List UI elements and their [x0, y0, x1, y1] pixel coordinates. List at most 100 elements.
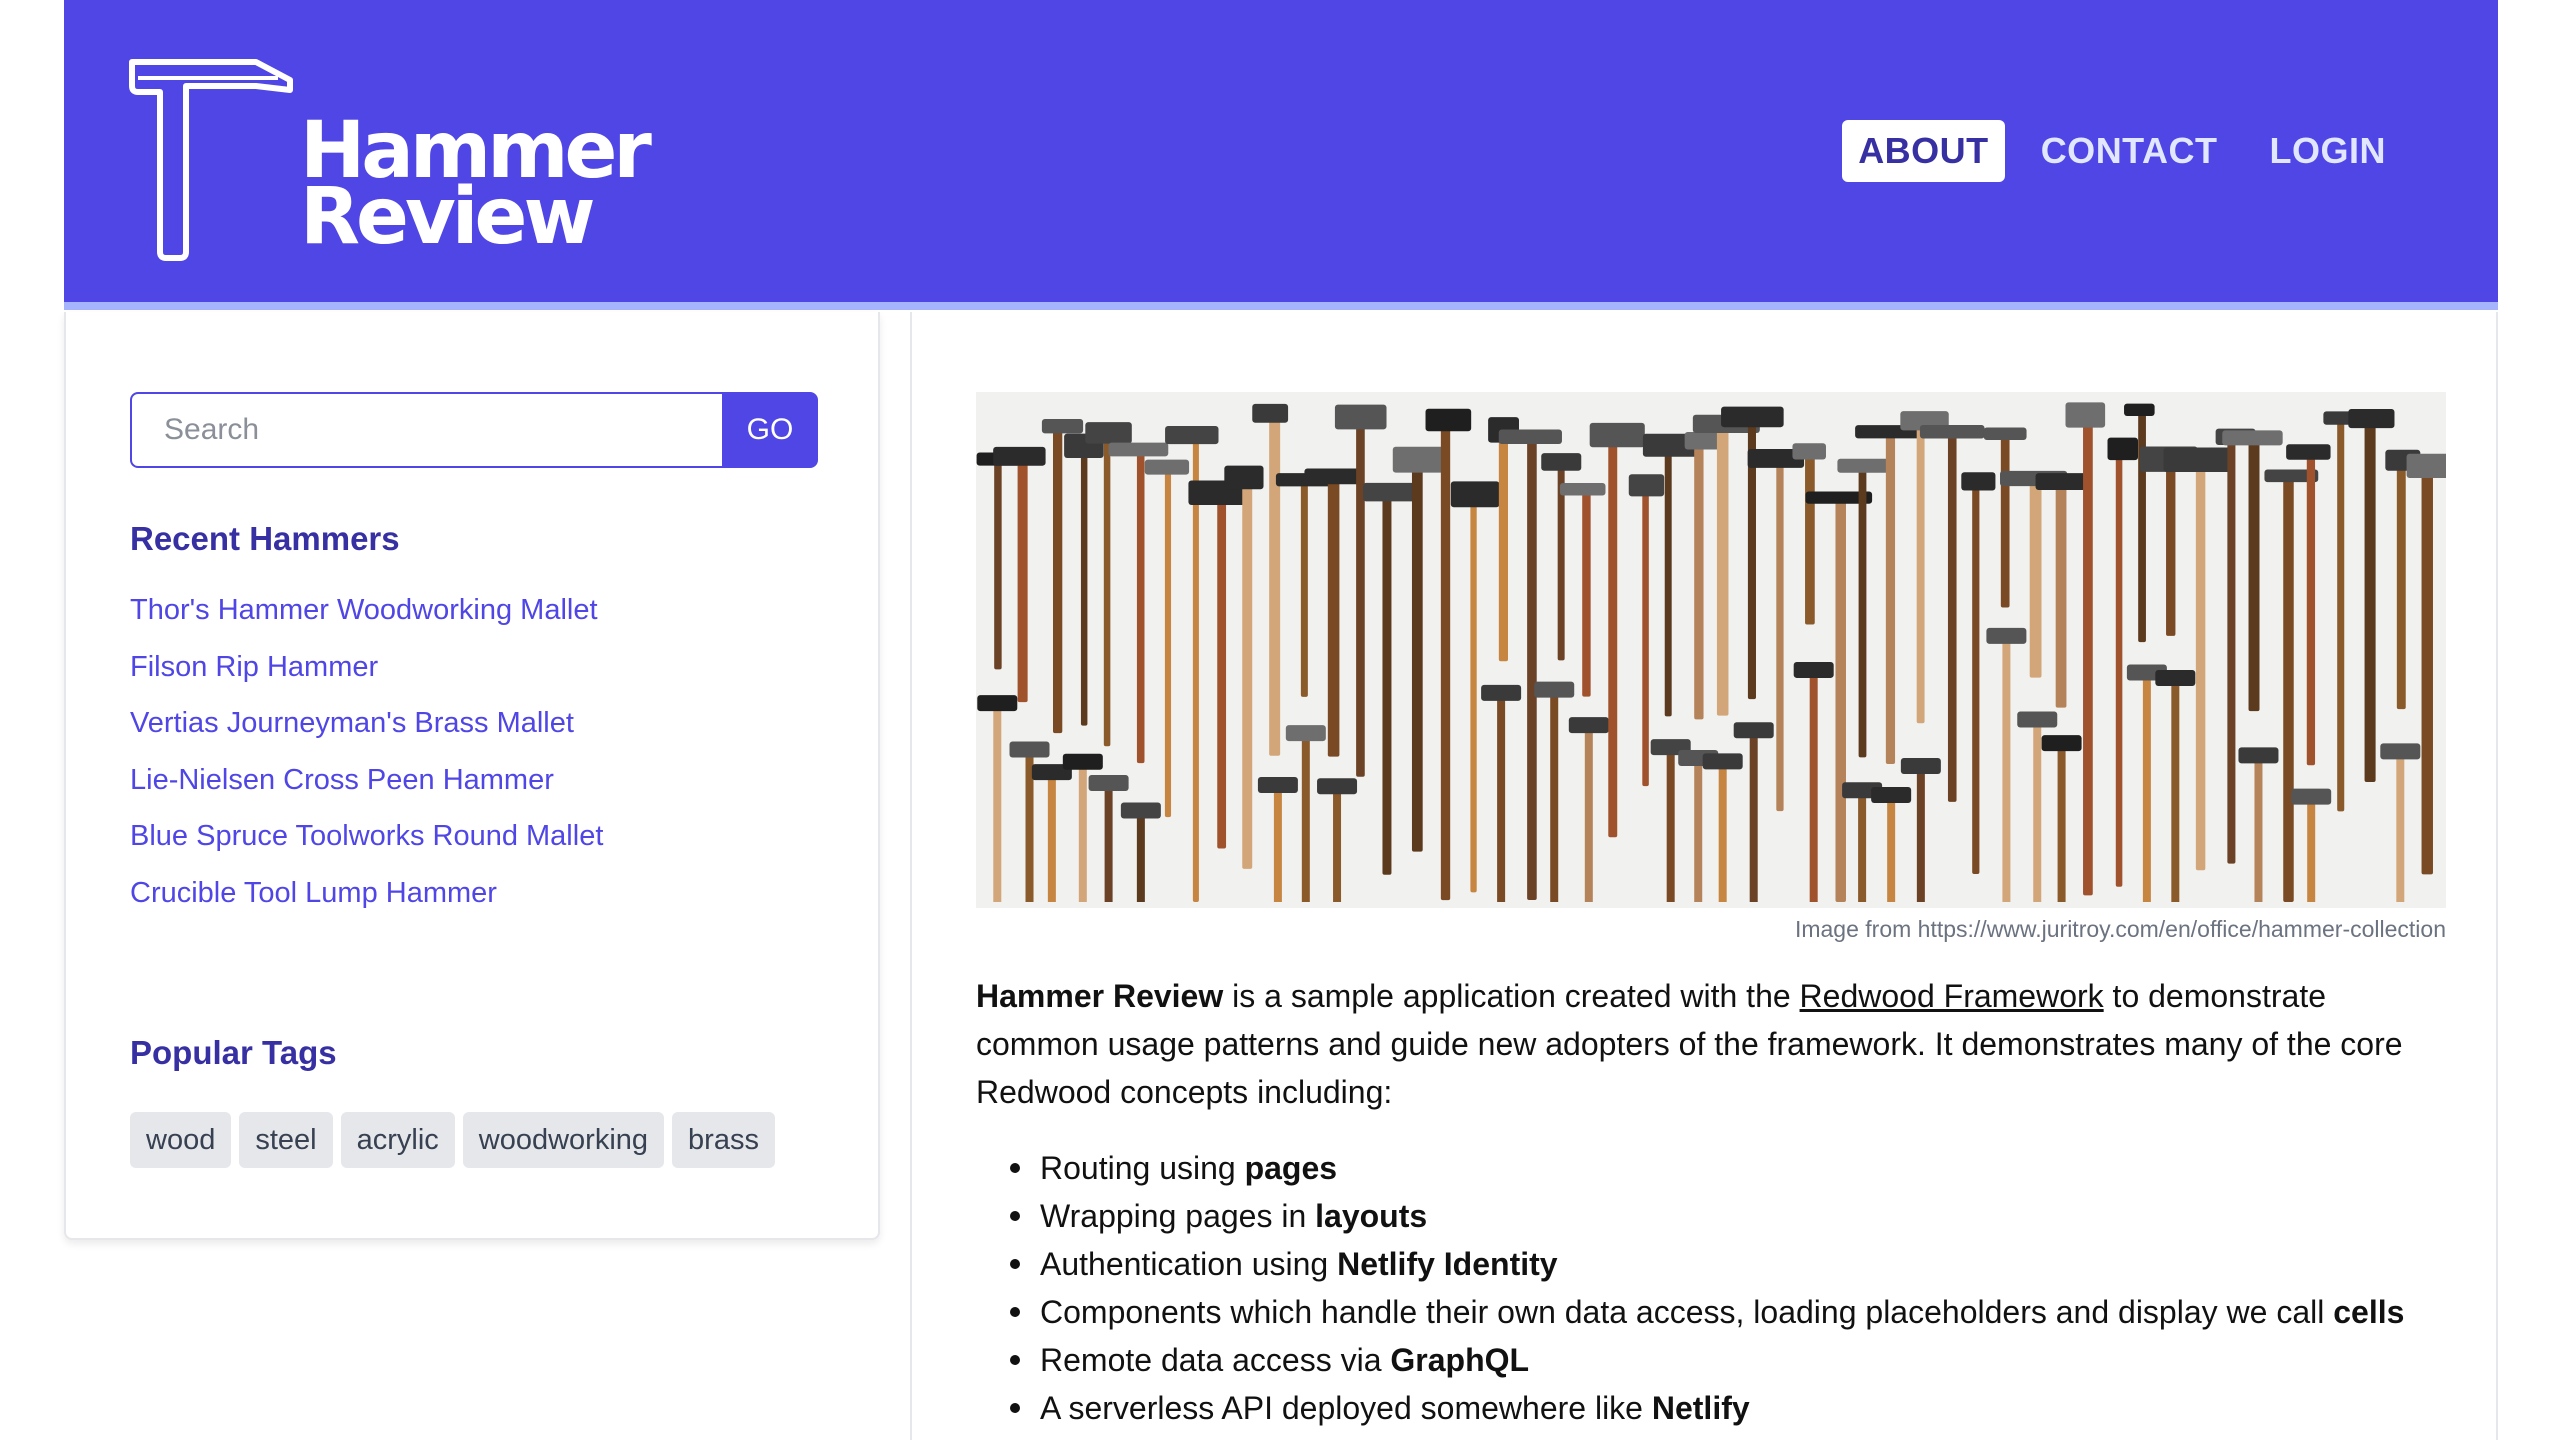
hammer-handle [1809, 671, 1818, 902]
hammer-head [2041, 735, 2082, 752]
hammer-head [1334, 404, 1387, 430]
hammer-handle [1916, 421, 1925, 724]
recent-hammer-link[interactable]: Blue Spruce Toolworks Round Mallet [130, 820, 603, 852]
hammer-handle [1333, 788, 1342, 902]
hammer-head [1085, 422, 1132, 444]
hammer-handle [2171, 680, 2180, 902]
hammer-head [1144, 459, 1190, 475]
search-go-button[interactable]: GO [722, 392, 818, 468]
tag-woodworking[interactable]: woodworking [462, 1112, 665, 1168]
hammer-handle [1078, 763, 1087, 902]
hammer-head [1041, 419, 1084, 434]
feature-text: A serverless API deployed somewhere like [1040, 1390, 1652, 1426]
hammer-head [2238, 747, 2279, 764]
hammer-handle [1164, 469, 1172, 818]
hammer-handle [2002, 637, 2011, 902]
hammer-handle [1242, 475, 1253, 869]
recent-hammer-link[interactable]: Crucible Tool Lump Hammer [130, 877, 497, 909]
hammer-handle [2115, 447, 2123, 887]
hammer-head [993, 446, 1046, 466]
hammer-head [977, 695, 1018, 712]
page: Hammer Review ABOUT CONTACT LOGIN GO Rec… [0, 0, 2560, 1440]
hammer-head [1568, 717, 1609, 734]
list-item: Blue Spruce Toolworks Round Mallet [130, 820, 603, 877]
hammer-head [1733, 722, 1774, 739]
hammer-handle [1080, 443, 1088, 726]
hammer-handle [1136, 452, 1145, 764]
recent-hammers-heading: Recent Hammers [130, 520, 400, 557]
redwood-framework-link[interactable]: Redwood Framework [1800, 978, 2104, 1014]
hammer-handle [1327, 478, 1340, 757]
nav-login-link[interactable]: LOGIN [2254, 120, 2403, 182]
hammer-handle [1356, 414, 1365, 777]
hammer-handle [1052, 429, 1063, 734]
hammer-head [2291, 788, 2332, 805]
hammer-handle [1217, 490, 1227, 849]
hammer-handle [1694, 759, 1703, 902]
tag-list: wood steel acrylic woodworking brass [130, 1112, 775, 1168]
recent-hammer-link[interactable]: Thor's Hammer Woodworking Mallet [130, 594, 598, 626]
hammer-head [1392, 446, 1445, 473]
intro-text-1: is a sample application created with the [1223, 978, 1800, 1014]
feature-item: A serverless API deployed somewhere like… [1009, 1384, 2404, 1432]
hammer-head [1986, 627, 2027, 644]
feature-text: Remote data access via [1040, 1342, 1391, 1378]
feature-item: Components which handle their own data a… [1009, 1288, 2405, 1336]
hammer-handle [1470, 491, 1477, 893]
tag-acrylic[interactable]: acrylic [340, 1112, 455, 1168]
hammer-handle [1440, 418, 1451, 901]
recent-hammer-link[interactable]: Vertias Journeyman's Brass Mallet [130, 707, 574, 739]
nav-about-link[interactable]: ABOUT [1842, 120, 2005, 182]
hammer-head [1257, 777, 1298, 794]
hammer-head [1792, 443, 1826, 460]
hammer-handle [1916, 767, 1925, 902]
image-caption: Image from https://www.juritroy.com/en/o… [1794, 916, 2446, 942]
site-header: Hammer Review ABOUT CONTACT LOGIN [64, 0, 2498, 310]
tag-wood[interactable]: wood [130, 1112, 232, 1168]
hammer-head [1165, 426, 1219, 445]
list-item: Filson Rip Hammer [130, 651, 603, 708]
hammer-head [1450, 481, 1500, 508]
logo[interactable]: Hammer Review [128, 56, 652, 266]
tag-steel[interactable]: steel [239, 1112, 333, 1168]
feature-bold: cells [2333, 1294, 2405, 1330]
search-input[interactable] [130, 392, 722, 468]
hammer-head [2124, 403, 2155, 416]
hammer-handle [1550, 691, 1559, 902]
hammer-head [1534, 681, 1575, 698]
hammer-head [1317, 778, 1358, 795]
hammer-head [1108, 442, 1169, 457]
hammer-handle [1527, 439, 1537, 900]
sidebar: GO Recent Hammers Thor's Hammer Woodwork… [64, 312, 880, 1240]
hammer-head [1062, 753, 1103, 770]
hero-image [976, 392, 2446, 908]
hammer-handle [1858, 792, 1867, 902]
list-item: Thor's Hammer Woodworking Mallet [130, 594, 603, 651]
hammer-handle [993, 705, 1002, 902]
hammer-handle [1947, 434, 1957, 802]
list-item: Crucible Tool Lump Hammer [130, 877, 603, 934]
hammer-handle [1047, 774, 1056, 902]
hammer-head [1837, 458, 1892, 473]
hammer-head [1498, 429, 1562, 444]
nav-contact-link[interactable]: CONTACT [2025, 120, 2234, 182]
tag-brass[interactable]: brass [672, 1112, 775, 1168]
list-item: Vertias Journeyman's Brass Mallet [130, 707, 603, 764]
hammer-head [1721, 406, 1784, 428]
recent-hammer-link[interactable]: Filson Rip Hammer [130, 651, 378, 683]
feature-bold: Netlify Identity [1337, 1246, 1558, 1282]
hammer-collection-image [976, 402, 2446, 902]
feature-text: Wrapping pages in [1040, 1198, 1316, 1234]
hammer-handle [1498, 427, 1508, 662]
intro-paragraph: Hammer Review is a sample application cr… [976, 972, 2446, 1116]
hammer-handle [2306, 454, 2316, 766]
hammer-handle [1273, 787, 1282, 902]
hammer-head [1120, 802, 1161, 819]
popular-tags-heading: Popular Tags [130, 1034, 337, 1071]
recent-hammer-link[interactable]: Lie-Nielsen Cross Peen Hammer [130, 764, 554, 796]
feature-bold: layouts [1315, 1198, 1428, 1234]
hammer-head [2017, 711, 2058, 728]
hammer-handle [1136, 812, 1145, 902]
hammer-handle [2142, 674, 2151, 902]
hammer-handle [1666, 749, 1675, 902]
